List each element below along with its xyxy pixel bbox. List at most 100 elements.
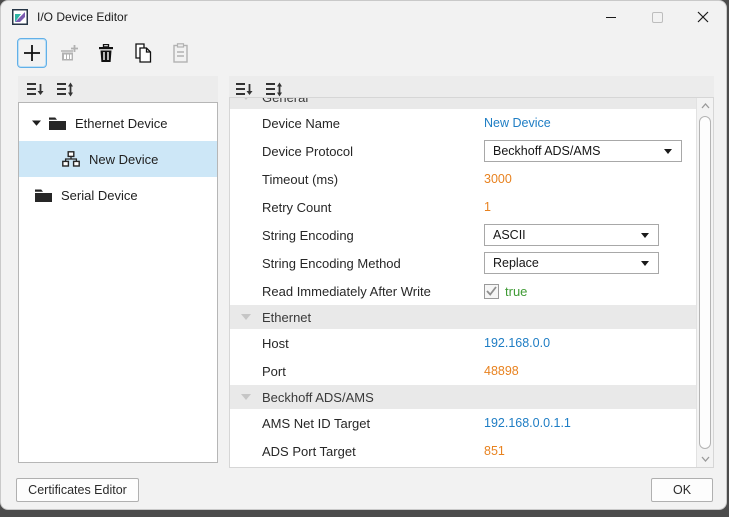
add-child-device-button <box>54 38 84 68</box>
expand-all-icon <box>57 82 74 97</box>
checkbox-value: true <box>505 284 527 299</box>
collapse-all-icon <box>236 82 253 97</box>
titlebar: I/O Device Editor <box>1 1 726 33</box>
timeout-ms--value[interactable]: 3000 <box>484 172 512 186</box>
port-value[interactable]: 48898 <box>484 364 519 378</box>
section-title: General <box>262 98 308 105</box>
device-name-value[interactable]: New Device <box>484 116 551 130</box>
section-header-ethernet[interactable]: Ethernet <box>230 305 696 329</box>
copy-icon <box>134 43 153 63</box>
property-row-read-immediately-after-write: Read Immediately After Write true <box>230 277 696 305</box>
clipboard-icon <box>172 43 189 63</box>
scrollbar-thumb[interactable] <box>699 116 711 449</box>
property-label: Retry Count <box>262 200 484 215</box>
scroll-down-button[interactable] <box>697 451 714 467</box>
minimize-icon <box>606 17 616 18</box>
section-header-beckhoff-ads-ams[interactable]: Beckhoff ADS/AMS <box>230 385 696 409</box>
retry-count-value[interactable]: 1 <box>484 200 491 214</box>
device-tree: Ethernet Device New DeviceSerial Device <box>18 102 218 463</box>
minimize-button[interactable] <box>588 1 634 33</box>
certificates-editor-button[interactable]: Certificates Editor <box>16 478 139 502</box>
property-row-port: Port48898 <box>230 357 696 385</box>
folder-icon <box>35 189 52 202</box>
add-device-button[interactable] <box>17 38 47 68</box>
property-row-string-encoding-method: String Encoding Method Replace <box>230 249 696 277</box>
ads-port-target-value[interactable]: 851 <box>484 444 505 458</box>
property-label: String Encoding Method <box>262 256 484 271</box>
tree-item-label: Ethernet Device <box>75 116 168 131</box>
tree-item-new-device[interactable]: New Device <box>19 141 217 177</box>
property-label: Timeout (ms) <box>262 172 484 187</box>
plus-icon <box>22 43 42 63</box>
maximize-button <box>634 1 680 33</box>
copy-device-button[interactable] <box>128 38 158 68</box>
expand-all-icon <box>266 82 283 97</box>
property-row-ams-net-id-target: AMS Net ID Target192.168.0.0.1.1 <box>230 409 696 437</box>
property-row-timeout-ms-: Timeout (ms)3000 <box>230 165 696 193</box>
chevron-down-icon <box>664 149 672 154</box>
read-immediately-after-write-checkbox[interactable] <box>484 284 499 299</box>
delete-device-button[interactable] <box>91 38 121 68</box>
paste-device-button <box>165 38 195 68</box>
dropdown-value: Beckhoff ADS/AMS <box>493 144 600 158</box>
ok-button[interactable]: OK <box>651 478 713 502</box>
folder-icon <box>49 117 66 130</box>
property-row-ads-port-target: ADS Port Target851 <box>230 437 696 465</box>
chevron-down-icon <box>701 456 710 462</box>
section-collapse-icon <box>241 314 251 320</box>
close-icon <box>697 11 709 23</box>
section-collapse-icon <box>241 98 251 100</box>
property-label: ADS Port Target <box>262 444 484 459</box>
host-value[interactable]: 192.168.0.0 <box>484 336 550 350</box>
checkmark-icon <box>486 286 497 296</box>
window-controls <box>588 1 726 33</box>
section-title: Beckhoff ADS/AMS <box>262 390 374 405</box>
close-button[interactable] <box>680 1 726 33</box>
tree-item-serial-device[interactable]: Serial Device <box>19 177 217 213</box>
network-icon <box>62 151 80 167</box>
string-encoding-dropdown[interactable]: ASCII <box>484 224 659 246</box>
tree-expand-all-button[interactable] <box>56 81 74 97</box>
property-label: AMS Net ID Target <box>262 416 484 431</box>
property-row-device-name: Device NameNew Device <box>230 109 696 137</box>
collapse-all-icon <box>27 82 44 97</box>
property-collapse-all-button[interactable] <box>235 81 253 97</box>
property-panel: GeneralDevice NameNew DeviceDevice Proto… <box>229 97 714 468</box>
property-expand-all-button[interactable] <box>265 81 283 97</box>
dropdown-value: ASCII <box>493 228 526 242</box>
tree-collapse-all-button[interactable] <box>26 81 44 97</box>
trash-icon <box>97 44 115 63</box>
property-row-string-encoding: String Encoding ASCII <box>230 221 696 249</box>
property-label: String Encoding <box>262 228 484 243</box>
property-row-device-protocol: Device Protocol Beckhoff ADS/AMS <box>230 137 696 165</box>
add-network-icon <box>59 43 79 63</box>
property-row-host: Host192.168.0.0 <box>230 329 696 357</box>
io-device-editor-window: I/O Device Editor <box>0 0 727 510</box>
property-label: Host <box>262 336 484 351</box>
section-title: Ethernet <box>262 310 311 325</box>
dropdown-value: Replace <box>493 256 539 270</box>
device-protocol-dropdown[interactable]: Beckhoff ADS/AMS <box>484 140 682 162</box>
property-label: Read Immediately After Write <box>262 284 484 299</box>
app-icon <box>12 9 28 25</box>
tree-item-ethernet-device[interactable]: Ethernet Device <box>19 105 217 141</box>
ams-net-id-target-value[interactable]: 192.168.0.0.1.1 <box>484 416 571 430</box>
property-label: Device Protocol <box>262 144 484 159</box>
vertical-scrollbar[interactable] <box>696 98 713 467</box>
toolbar <box>17 38 195 68</box>
expander-toggle[interactable] <box>32 120 42 126</box>
property-grid: GeneralDevice NameNew DeviceDevice Proto… <box>230 98 696 467</box>
section-header-general[interactable]: General <box>230 98 696 109</box>
chevron-down-icon <box>641 233 649 238</box>
chevron-up-icon <box>701 103 710 109</box>
property-row-retry-count: Retry Count1 <box>230 193 696 221</box>
chevron-down-icon <box>641 261 649 266</box>
maximize-icon <box>652 12 663 23</box>
property-label: Port <box>262 364 484 379</box>
expander-icon <box>32 120 41 126</box>
tree-toolbar <box>18 76 218 102</box>
string-encoding-method-dropdown[interactable]: Replace <box>484 252 659 274</box>
section-collapse-icon <box>241 394 251 400</box>
property-label: Device Name <box>262 116 484 131</box>
scroll-up-button[interactable] <box>697 98 714 114</box>
